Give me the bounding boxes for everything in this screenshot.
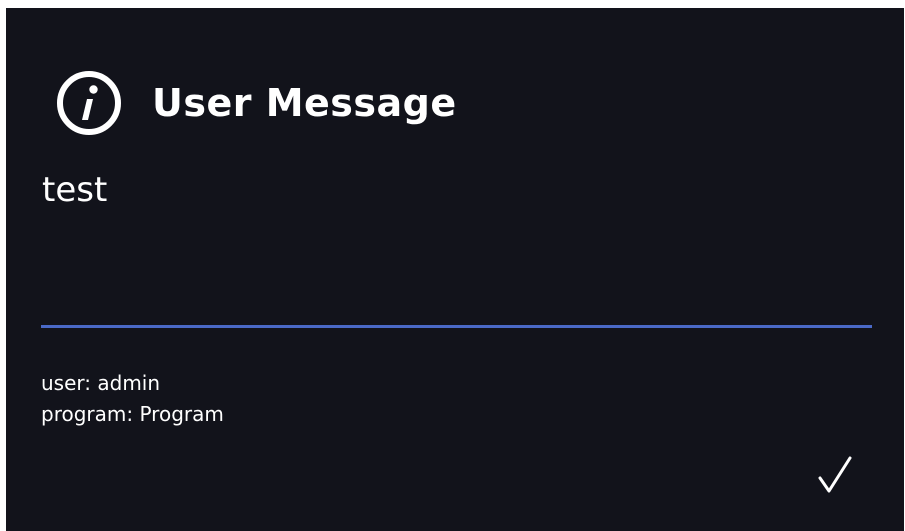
message-details: user: admin program: Program	[41, 368, 224, 430]
divider	[41, 325, 872, 328]
message-text: test	[42, 170, 108, 210]
user-message-dialog: User Message test user: admin program: P…	[6, 8, 904, 531]
info-icon	[57, 71, 121, 135]
dialog-title: User Message	[152, 81, 457, 125]
dialog-header: User Message	[56, 70, 457, 136]
user-info: user: admin	[41, 371, 161, 395]
program-info: program: Program	[41, 402, 224, 426]
confirm-button[interactable]	[812, 452, 858, 498]
checkmark-icon	[818, 456, 852, 493]
